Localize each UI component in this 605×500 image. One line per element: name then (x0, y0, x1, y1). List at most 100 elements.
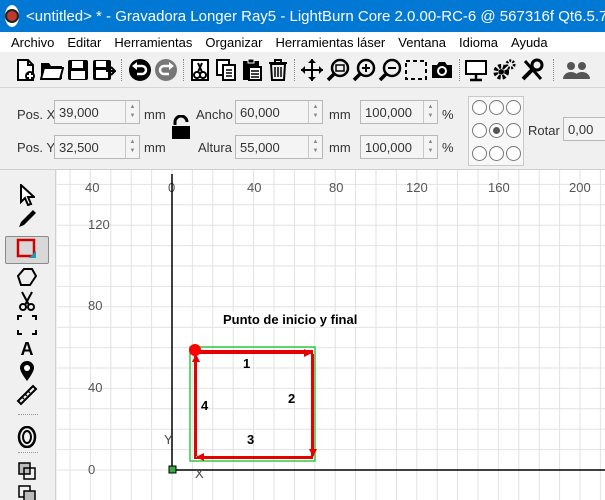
redo-icon[interactable] (154, 57, 178, 83)
position-laser-tool[interactable] (5, 360, 49, 384)
menu-editar[interactable]: Editar (67, 35, 101, 50)
start-point-marker (189, 344, 201, 356)
anchor-center[interactable] (489, 123, 504, 138)
menu-ventana[interactable]: Ventana (398, 35, 446, 50)
pencil-icon (17, 208, 37, 233)
lightburn-logo-icon (5, 5, 19, 27)
lock-icon[interactable] (170, 114, 192, 144)
pos-x-unit: mm (144, 107, 166, 122)
anchor-bottom-left[interactable] (472, 146, 487, 161)
menu-organizar[interactable]: Organizar (205, 35, 262, 50)
settings-icon[interactable] (492, 57, 516, 83)
move-icon[interactable] (300, 57, 324, 83)
origin-marker (168, 465, 177, 474)
anchor-bottom-center[interactable] (489, 146, 504, 161)
boolean-subtract-icon (17, 484, 37, 500)
rotate-input[interactable]: 0,00 (563, 117, 605, 141)
delete-icon[interactable] (266, 57, 290, 83)
spin-arrows-icon[interactable]: ▲ ▼ (125, 101, 139, 123)
undo-icon[interactable] (128, 57, 152, 83)
toolbar-separator (294, 59, 296, 81)
design-layer (168, 174, 605, 474)
width-value: 60,000 (240, 104, 280, 120)
tool-separator (18, 414, 38, 415)
users-icon[interactable] (562, 57, 592, 83)
side-label-2: 2 (288, 391, 296, 406)
anchor-bottom-right[interactable] (506, 146, 521, 161)
arrowhead-3 (196, 453, 204, 461)
camera-icon[interactable] (430, 57, 454, 83)
side-label-4: 4 (201, 398, 209, 413)
spin-arrows-icon[interactable]: ▲ ▼ (308, 101, 322, 123)
pos-x-value: 39,000 (59, 104, 99, 120)
width-input[interactable]: 60,000 ▲ ▼ (235, 100, 323, 124)
anchor-top-right[interactable] (506, 100, 521, 115)
map-pin-icon (18, 360, 36, 385)
save-as-icon[interactable] (92, 57, 116, 83)
zoom-out-icon[interactable] (378, 57, 402, 83)
spin-arrows-icon[interactable]: ▲ ▼ (423, 136, 437, 158)
menu-herramientas[interactable]: Herramientas (114, 35, 192, 50)
height-label: Altura (198, 140, 232, 155)
offset-icon (17, 425, 37, 451)
cut-icon[interactable] (188, 57, 212, 83)
menu-archivo[interactable]: Archivo (11, 35, 54, 50)
height-input[interactable]: 55,000 ▲ ▼ (235, 135, 323, 159)
rotate-value: 0,00 (568, 121, 594, 137)
workspace-canvas[interactable]: 40 0 40 80 120 160 200 120 80 40 0 Punto… (57, 170, 605, 500)
polygon-tool[interactable] (5, 266, 49, 290)
scale-y-percent: % (442, 140, 454, 155)
scale-x-input[interactable]: 100,000 ▲ ▼ (360, 100, 438, 124)
spin-arrows-icon[interactable]: ▲ ▼ (423, 101, 437, 123)
rectangle-tool[interactable] (5, 236, 49, 264)
spin-arrows-icon[interactable]: ▲ ▼ (125, 136, 139, 158)
tools-icon[interactable] (520, 57, 544, 83)
monitor-icon[interactable] (464, 57, 488, 83)
frame-tool[interactable] (5, 314, 49, 338)
measure-tool[interactable] (5, 384, 49, 408)
boolean-tool[interactable] (5, 460, 49, 484)
y-axis-label: Y (164, 432, 173, 447)
open-folder-icon[interactable] (40, 57, 64, 83)
anchor-top-left[interactable] (472, 100, 487, 115)
zoom-icon[interactable] (326, 57, 350, 83)
polygon-icon (16, 267, 38, 290)
anchor-middle-left[interactable] (472, 123, 487, 138)
copy-icon[interactable] (214, 57, 238, 83)
menu-ayuda[interactable]: Ayuda (511, 35, 548, 50)
pos-y-input[interactable]: 32,500 ▲ ▼ (54, 135, 140, 159)
rotate-label: Rotar (528, 123, 560, 138)
offset-tool[interactable] (5, 425, 49, 451)
window-title: <untitled> * - Gravadora Longer Ray5 - L… (26, 7, 605, 25)
side-label-1: 1 (243, 356, 251, 371)
toolbar-separator (183, 59, 185, 81)
zoom-frame-icon[interactable] (404, 57, 428, 83)
height-value: 55,000 (240, 139, 280, 155)
paste-icon[interactable] (240, 57, 264, 83)
side-label-3: 3 (247, 432, 255, 447)
edit-nodes-tool[interactable] (5, 208, 49, 232)
title-bar: <untitled> * - Gravadora Longer Ray5 - L… (0, 0, 605, 32)
width-label: Ancho (196, 107, 233, 122)
anchor-middle-right[interactable] (506, 123, 521, 138)
width-unit: mm (329, 107, 351, 122)
anchor-top-center[interactable] (489, 100, 504, 115)
ruler-icon (16, 384, 38, 409)
boolean-subtract-tool[interactable] (5, 483, 49, 500)
pos-x-input[interactable]: 39,000 ▲ ▼ (54, 100, 140, 124)
pos-x-label: Pos. X (17, 107, 56, 122)
scale-y-input[interactable]: 100,000 ▲ ▼ (360, 135, 438, 159)
save-icon[interactable] (66, 57, 90, 83)
text-tool[interactable]: A (5, 337, 49, 361)
zoom-in-icon[interactable] (352, 57, 376, 83)
main-toolbar (0, 52, 605, 88)
new-file-icon[interactable] (14, 57, 38, 83)
scale-x-percent: % (442, 107, 454, 122)
spin-arrows-icon[interactable]: ▲ ▼ (308, 136, 322, 158)
tools-panel: A (0, 170, 56, 500)
menu-idioma[interactable]: Idioma (459, 35, 498, 50)
select-tool[interactable] (5, 182, 49, 208)
pos-y-label: Pos. Y (17, 140, 56, 155)
menu-herramientas-laser[interactable]: Herramientas láser (275, 35, 385, 50)
trim-tool[interactable] (5, 290, 49, 314)
